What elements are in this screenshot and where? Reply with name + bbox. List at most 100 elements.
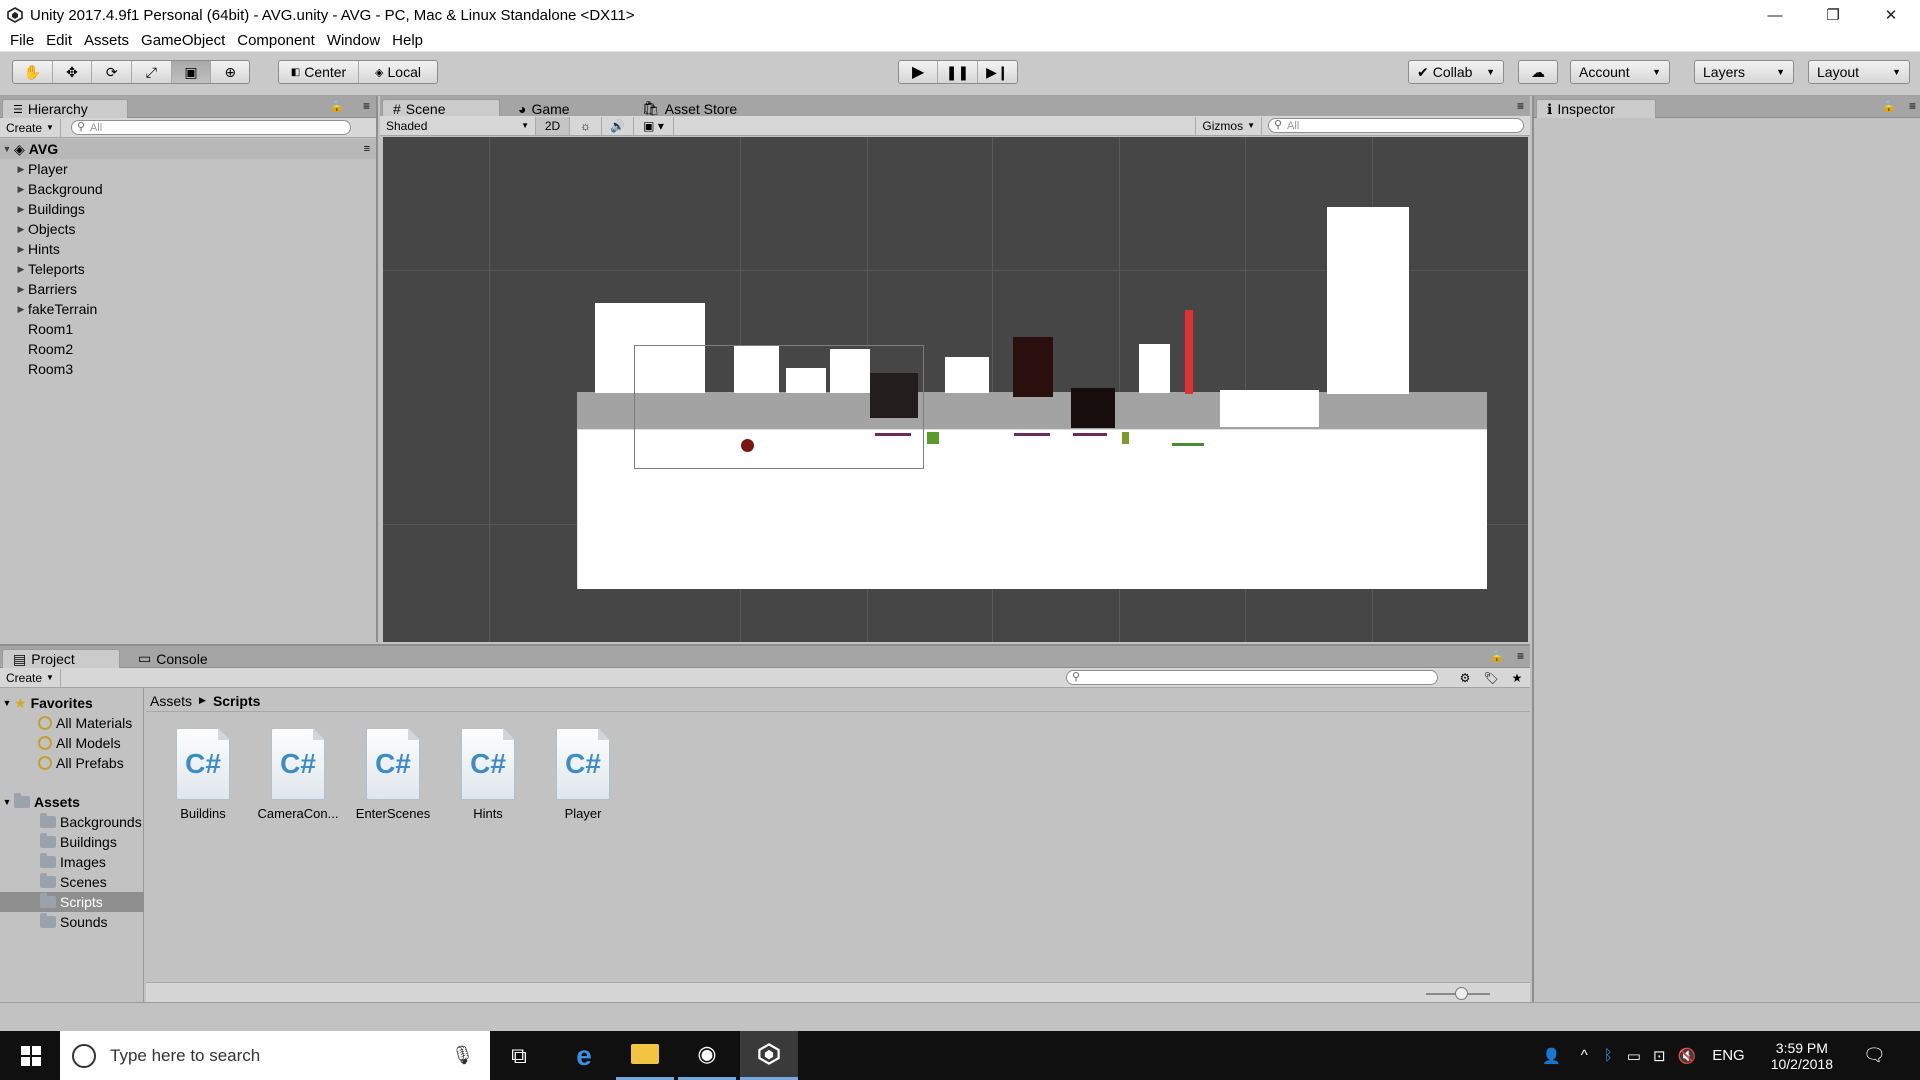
hierarchy-item[interactable]: ▶ Hints xyxy=(0,239,376,259)
player-sprite[interactable] xyxy=(741,439,754,452)
hierarchy-search-input[interactable]: All xyxy=(70,120,351,135)
menu-file[interactable]: File xyxy=(10,32,34,49)
pivot-local-button[interactable]: ◈ Local xyxy=(359,61,437,83)
unity-hub-icon[interactable]: ◉ xyxy=(678,1031,736,1080)
action-center-icon[interactable]: 🗨 xyxy=(1863,1045,1886,1066)
project-create-button[interactable]: Create ▼ xyxy=(0,668,61,687)
file-explorer-icon[interactable] xyxy=(616,1031,674,1080)
expand-arrow-icon[interactable]: ▶ xyxy=(14,284,28,295)
menu-component[interactable]: Component xyxy=(237,32,315,49)
collab-dropdown[interactable]: ✔ Collab ▼ xyxy=(1408,60,1504,84)
panel-menu-icon[interactable]: ≡ xyxy=(1517,649,1524,663)
expand-arrow-icon[interactable]: ▶ xyxy=(14,184,28,195)
breadcrumb-assets[interactable]: Assets xyxy=(150,693,192,709)
assets-root-row[interactable]: ▼ Assets xyxy=(0,792,144,812)
tab-hierarchy[interactable]: ☰ Hierarchy xyxy=(2,99,128,118)
gizmos-dropdown[interactable]: Gizmos ▼ xyxy=(1195,116,1262,135)
transform-tool-icon[interactable]: ⊕ xyxy=(211,61,249,83)
scene-viewport[interactable] xyxy=(383,137,1528,642)
asset-folder-item[interactable]: Backgrounds xyxy=(0,812,144,832)
hint-marker[interactable] xyxy=(875,433,911,436)
lighting-toggle-icon[interactable]: ☼ xyxy=(570,116,602,135)
windows-start-icon[interactable] xyxy=(2,1031,60,1080)
hand-tool-icon[interactable]: ✋ xyxy=(13,61,53,83)
teleport-marker[interactable] xyxy=(1122,432,1129,444)
hierarchy-item[interactable]: Room3 xyxy=(0,359,376,379)
building-block[interactable] xyxy=(1220,390,1319,427)
lock-icon[interactable]: 🔒 xyxy=(1490,650,1504,663)
script-asset[interactable]: C# Player xyxy=(543,728,623,821)
favorite-item[interactable]: All Models xyxy=(38,733,144,753)
tray-overflow-icon[interactable]: ^ xyxy=(1581,1047,1588,1064)
hierarchy-item[interactable]: Room2 xyxy=(0,339,376,359)
building-block[interactable] xyxy=(1139,344,1170,393)
red-barrier[interactable] xyxy=(1185,310,1193,394)
hierarchy-item[interactable]: ▶ Buildings xyxy=(0,199,376,219)
expand-arrow-icon[interactable]: ▶ xyxy=(14,224,28,235)
account-dropdown[interactable]: Account ▼ xyxy=(1570,60,1670,84)
hierarchy-item[interactable]: ▶ Teleports xyxy=(0,259,376,279)
minimize-button[interactable]: — xyxy=(1746,0,1804,30)
script-asset[interactable]: C# Hints xyxy=(448,728,528,821)
expand-arrow-icon[interactable]: ▶ xyxy=(14,164,28,175)
asset-folder-item[interactable]: Buildings xyxy=(0,832,144,852)
menu-gameobject[interactable]: GameObject xyxy=(141,32,225,49)
filter-type-icon[interactable]: ⚙ xyxy=(1452,671,1478,685)
hint-marker[interactable] xyxy=(1073,433,1107,436)
hierarchy-item[interactable]: ▶ Player xyxy=(0,159,376,179)
hierarchy-item[interactable]: ▶ Barriers xyxy=(0,279,376,299)
dark-building-block[interactable] xyxy=(1071,388,1115,428)
tall-building-block[interactable] xyxy=(1327,207,1409,394)
hierarchy-item[interactable]: ▶ Background xyxy=(0,179,376,199)
cloud-button[interactable]: ☁ xyxy=(1518,60,1558,84)
hierarchy-item[interactable]: Room1 xyxy=(0,319,376,339)
slider-thumb[interactable] xyxy=(1455,987,1468,1000)
rect-tool-icon[interactable]: ▣ xyxy=(171,61,212,83)
script-asset[interactable]: C# EnterScenes xyxy=(353,728,433,821)
expand-arrow-icon[interactable]: ▼ xyxy=(0,698,14,708)
expand-arrow-icon[interactable]: ▶ xyxy=(14,304,28,315)
expand-arrow-icon[interactable]: ▼ xyxy=(0,144,14,154)
asset-folder-item[interactable]: Images xyxy=(0,852,144,872)
breadcrumb-scripts[interactable]: Scripts xyxy=(213,693,260,709)
language-indicator[interactable]: ENG xyxy=(1712,1047,1745,1064)
expand-arrow-icon[interactable]: ▶ xyxy=(14,264,28,275)
microphone-icon[interactable]: 🎙 xyxy=(451,1045,474,1066)
layers-dropdown[interactable]: Layers ▼ xyxy=(1694,60,1794,84)
teleport-marker[interactable] xyxy=(927,432,939,444)
favorite-item[interactable]: All Prefabs xyxy=(38,753,144,773)
lock-icon[interactable]: 🔒 xyxy=(1882,100,1896,113)
hint-marker[interactable] xyxy=(1172,443,1204,446)
hierarchy-item[interactable]: ▶ fakeTerrain xyxy=(0,299,376,319)
script-asset[interactable]: C# Buildins xyxy=(163,728,243,821)
asset-folder-item[interactable]: Sounds xyxy=(0,912,144,932)
favorite-item[interactable]: All Materials xyxy=(38,713,144,733)
pause-icon[interactable]: ❚❚ xyxy=(938,61,978,83)
menu-edit[interactable]: Edit xyxy=(46,32,72,49)
panel-menu-icon[interactable]: ≡ xyxy=(363,99,370,113)
panel-menu-icon[interactable]: ≡ xyxy=(1517,99,1524,113)
taskbar-search-box[interactable]: Type here to search 🎙 xyxy=(60,1031,490,1080)
task-view-icon[interactable]: ⧉ xyxy=(490,1031,548,1080)
tab-inspector[interactable]: ℹ Inspector xyxy=(1536,99,1656,118)
asset-folder-item[interactable]: Scripts xyxy=(0,892,144,912)
hierarchy-create-button[interactable]: Create ▼ xyxy=(0,118,61,137)
network-icon[interactable]: ⊡ xyxy=(1653,1047,1666,1065)
unity-editor-taskbar-icon[interactable] xyxy=(740,1031,798,1080)
battery-icon[interactable]: ▭ xyxy=(1627,1047,1641,1065)
shading-dropdown[interactable]: Shaded ▼ xyxy=(380,116,536,135)
script-asset[interactable]: C# CameraCon... xyxy=(258,728,338,821)
expand-arrow-icon[interactable]: ▶ xyxy=(14,204,28,215)
step-icon[interactable]: ▶❙ xyxy=(978,61,1017,83)
layout-dropdown[interactable]: Layout ▼ xyxy=(1808,60,1910,84)
hint-marker[interactable] xyxy=(1014,433,1050,436)
building-block[interactable] xyxy=(945,357,989,393)
scene-menu-icon[interactable]: ≡ xyxy=(364,143,370,155)
bluetooth-icon[interactable]: ᛒ xyxy=(1604,1047,1613,1064)
filter-label-icon[interactable]: 🏷 xyxy=(1478,671,1504,685)
volume-muted-icon[interactable]: 🔇 xyxy=(1678,1047,1697,1065)
favorite-star-icon[interactable]: ★ xyxy=(1504,671,1530,685)
expand-arrow-icon[interactable]: ▼ xyxy=(0,797,14,807)
dark-building-block[interactable] xyxy=(1013,337,1053,397)
menu-help[interactable]: Help xyxy=(392,32,423,49)
